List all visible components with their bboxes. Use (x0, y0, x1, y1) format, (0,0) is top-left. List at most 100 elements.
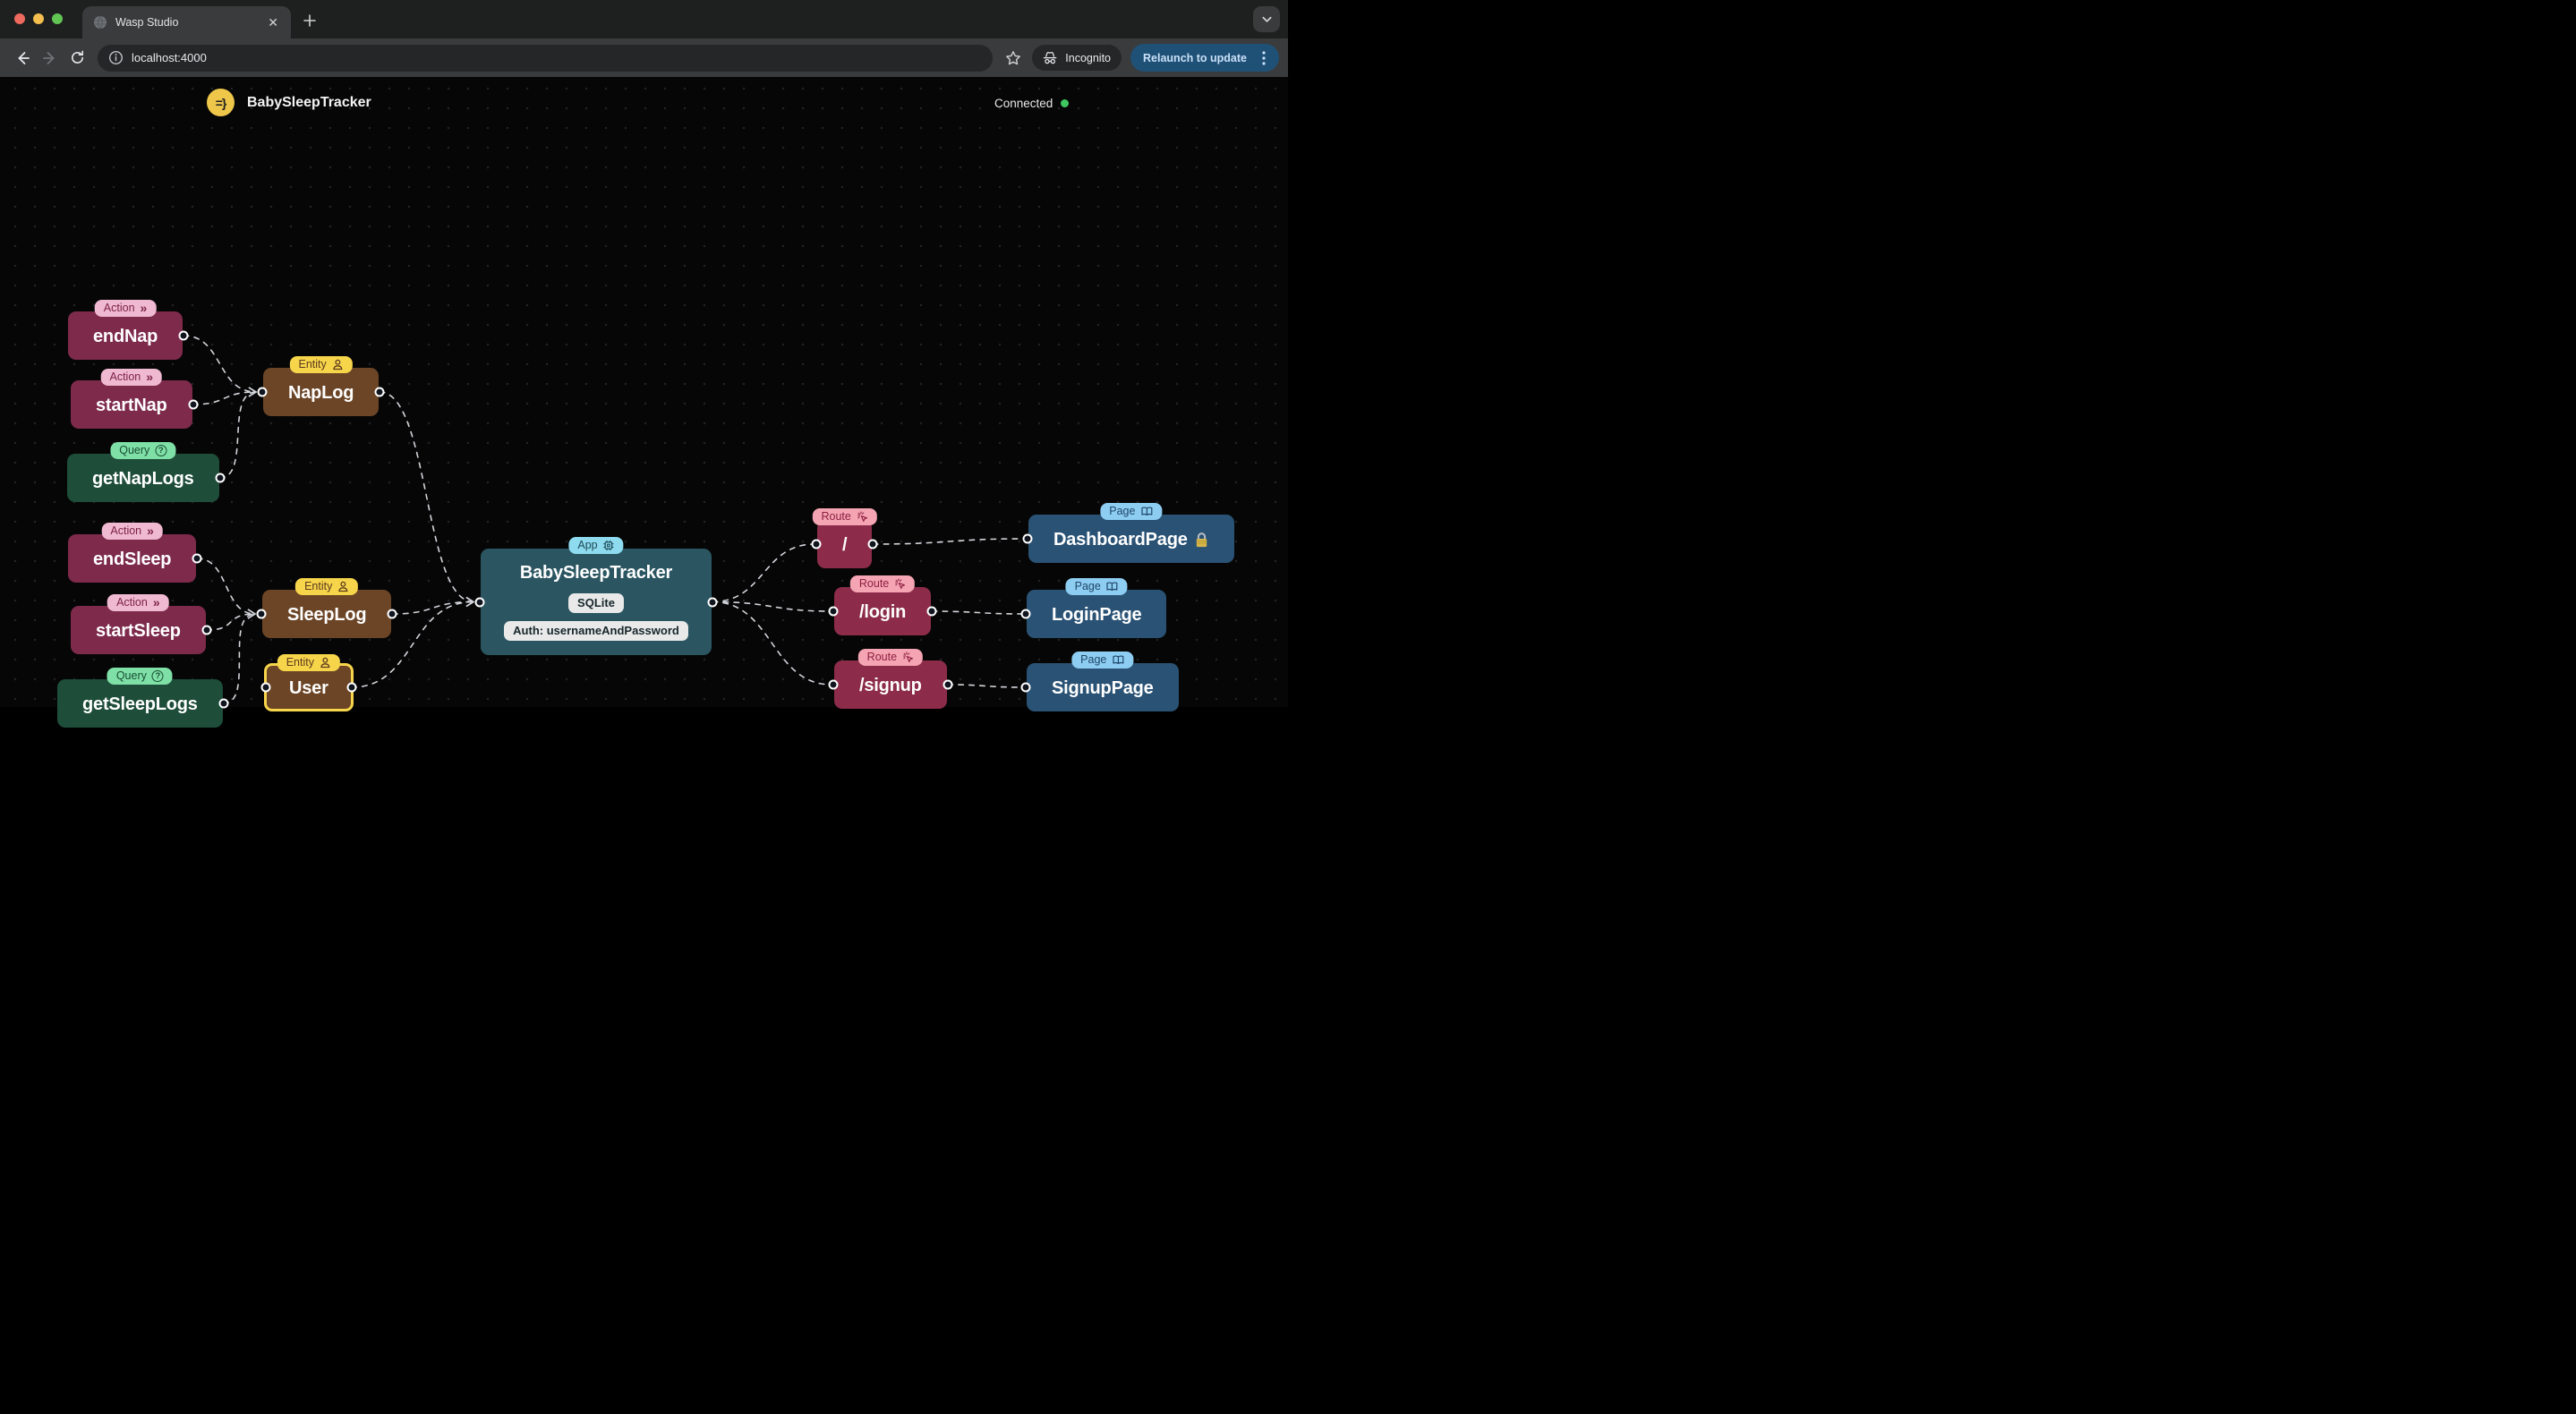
close-window-button[interactable] (14, 13, 25, 24)
maximize-window-button[interactable] (52, 13, 63, 24)
bookmark-star-icon[interactable] (1000, 45, 1026, 71)
badge-label: Entity (286, 656, 314, 669)
left-connection-handle[interactable] (828, 679, 839, 690)
right-connection-handle[interactable] (201, 625, 212, 635)
route-badge: Route (857, 649, 924, 666)
minimize-window-button[interactable] (33, 13, 44, 24)
page-badge: Page (1065, 578, 1128, 595)
cursor-click-icon (902, 652, 914, 663)
entity-badge: Entity (289, 356, 353, 373)
badge-label: Entity (304, 580, 333, 592)
new-tab-button[interactable] (298, 9, 321, 32)
reload-button[interactable] (64, 45, 90, 71)
person-icon (320, 657, 331, 669)
question-circle-icon: ? (151, 669, 164, 682)
incognito-badge: Incognito (1032, 45, 1122, 71)
open-book-icon (1140, 506, 1153, 517)
right-connection-handle[interactable] (374, 387, 385, 397)
badge-label: Page (1074, 580, 1101, 592)
relaunch-to-update-button[interactable]: Relaunch to update (1130, 44, 1279, 72)
forward-button[interactable] (37, 45, 63, 71)
badge-label: Page (1109, 505, 1136, 517)
connection-status: Connected (994, 97, 1070, 110)
cpu-icon (603, 540, 615, 551)
tab-wasp-studio[interactable]: Wasp Studio ✕ (82, 6, 291, 38)
right-connection-handle[interactable] (188, 399, 199, 410)
entity-badge: Entity (295, 578, 359, 595)
right-connection-handle[interactable] (943, 679, 953, 690)
node-SignupPage[interactable]: Page SignupPage (1020, 652, 1179, 711)
node-getSleepLogs[interactable]: Query? getSleepLogs (57, 668, 229, 728)
right-connection-handle[interactable] (346, 682, 357, 693)
node-NapLog[interactable]: Entity NapLog (257, 356, 385, 416)
browser-menu-kebab-icon[interactable] (1254, 48, 1274, 68)
node-getNapLogs[interactable]: Query? getNapLogs (67, 442, 226, 502)
back-button[interactable] (9, 45, 35, 71)
left-connection-handle[interactable] (811, 539, 822, 549)
left-connection-handle[interactable] (1022, 533, 1033, 544)
tab-strip: Wasp Studio ✕ (0, 0, 1288, 38)
window-controls (14, 13, 63, 24)
node-LoginPage[interactable]: Page LoginPage (1020, 578, 1167, 638)
tab-search-button[interactable] (1253, 6, 1280, 32)
left-connection-handle[interactable] (256, 609, 267, 619)
node-User[interactable]: Entity User (260, 654, 357, 711)
action-badge: Action » (100, 369, 163, 386)
close-tab-icon[interactable]: ✕ (264, 14, 282, 30)
right-connection-handle[interactable] (178, 330, 189, 341)
node-route-login[interactable]: Route/login (828, 575, 937, 635)
chevrons-right-icon: » (146, 370, 154, 384)
node-endNap[interactable]: Action » endNap (68, 300, 189, 360)
site-info-icon[interactable] (108, 50, 124, 65)
left-connection-handle[interactable] (257, 387, 268, 397)
entity-badge: Entity (277, 654, 340, 671)
node-startSleep[interactable]: Action » startSleep (71, 594, 212, 654)
right-connection-handle[interactable] (387, 609, 397, 619)
left-connection-handle[interactable] (260, 682, 271, 693)
node-name: endSleep (93, 549, 172, 569)
node-name: SleepLog (287, 605, 367, 625)
node-name: /login (859, 602, 907, 622)
right-connection-handle[interactable] (867, 539, 878, 549)
app-badge: App (568, 537, 624, 554)
node-route-signup[interactable]: Route/signup (828, 649, 953, 709)
node-name: startSleep (96, 621, 181, 641)
wasp-studio-canvas[interactable]: =} BabySleepTracker Connected Action » end… (0, 77, 1288, 728)
app-info-pill: SQLite (568, 593, 624, 613)
left-connection-handle[interactable] (828, 606, 839, 617)
route-badge: Route (849, 575, 916, 592)
page-badge: Page (1071, 652, 1134, 669)
node-route-root[interactable]: Route / (811, 508, 878, 568)
query-badge: Query? (110, 442, 176, 459)
right-connection-handle[interactable] (215, 473, 226, 483)
relaunch-label: Relaunch to update (1143, 51, 1247, 64)
left-connection-handle[interactable] (474, 597, 485, 607)
badge-label: Action (109, 371, 141, 383)
node-name: User (289, 678, 328, 698)
node-App[interactable]: App BabySleepTracker SQLite Auth: usernameA… (474, 537, 718, 655)
action-badge: Action » (107, 594, 169, 611)
left-connection-handle[interactable] (1020, 682, 1031, 693)
right-connection-handle[interactable] (192, 553, 202, 564)
left-connection-handle[interactable] (1020, 609, 1031, 619)
right-connection-handle[interactable] (218, 698, 229, 709)
address-bar[interactable]: localhost:4000 (98, 44, 994, 72)
badge-label: Route (866, 651, 898, 663)
chevrons-right-icon: » (140, 301, 148, 315)
right-connection-handle[interactable] (926, 606, 937, 617)
action-badge: Action » (94, 300, 157, 317)
incognito-icon (1043, 51, 1059, 65)
url-text[interactable]: localhost:4000 (132, 51, 207, 64)
browser-toolbar: localhost:4000 Incognito Relaunch to upd… (0, 38, 1288, 77)
browser-window: Wasp Studio ✕ localhost:4000 Incognito R… (0, 0, 1288, 728)
node-endSleep[interactable]: Action » endSleep (68, 523, 202, 583)
node-SleepLog[interactable]: Entity SleepLog (256, 578, 397, 638)
cursor-click-icon (894, 578, 906, 590)
question-circle-icon: ? (155, 444, 167, 456)
node-DashboardPage[interactable]: Page DashboardPage (1022, 503, 1234, 563)
node-name: getNapLogs (92, 469, 194, 489)
right-connection-handle[interactable] (707, 597, 718, 607)
node-name: endNap (93, 327, 158, 346)
badge-label: Action (116, 596, 148, 609)
node-startNap[interactable]: Action » startNap (71, 369, 199, 429)
